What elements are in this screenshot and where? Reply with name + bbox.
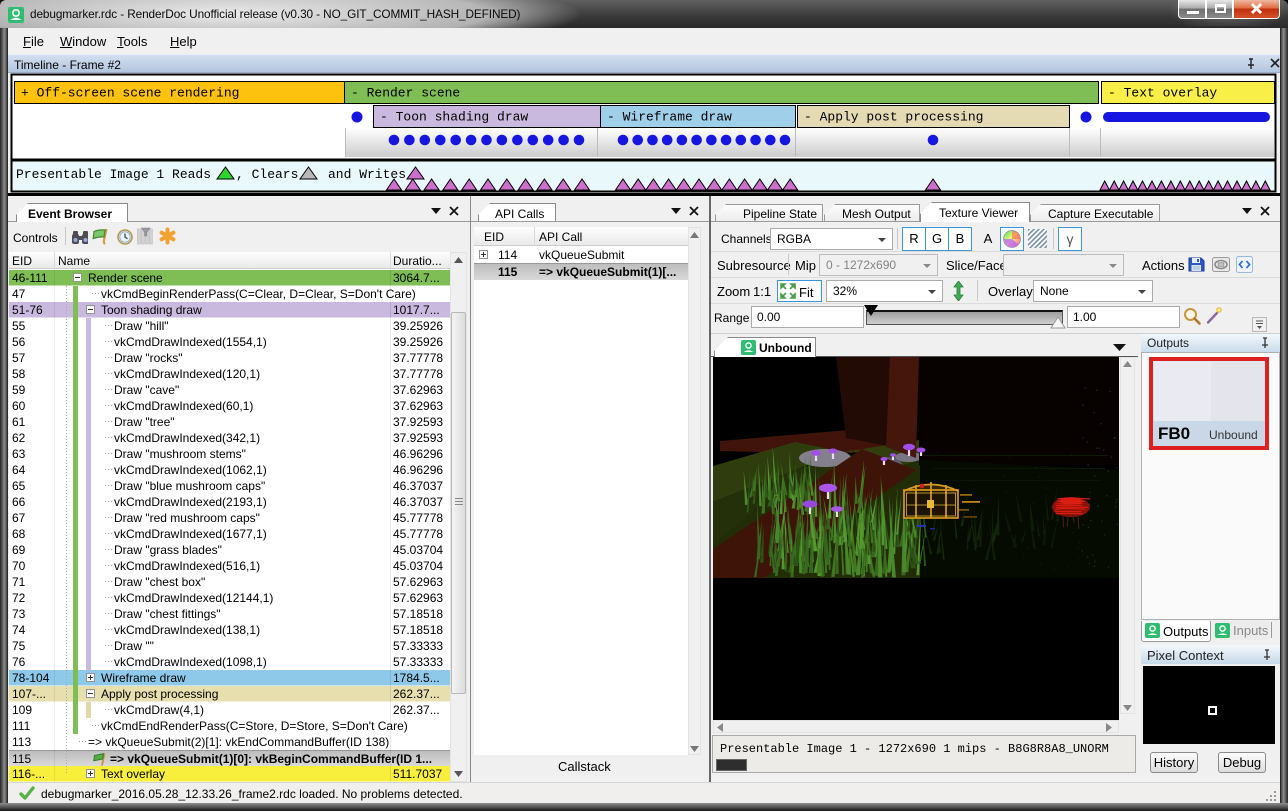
svg-text:- Text overlay: - Text overlay	[1108, 86, 1217, 101]
svg-text:Presentable Image 1 Reads: Presentable Image 1 Reads	[16, 167, 211, 182]
svg-text:- Wireframe draw: - Wireframe draw	[607, 110, 732, 125]
svg-text:- Apply post processing: - Apply post processing	[804, 110, 983, 125]
svg-text:, Clears: , Clears	[236, 167, 298, 182]
svg-text:+ Off-screen scene rendering: + Off-screen scene rendering	[21, 86, 239, 101]
svg-text:- Toon shading draw: - Toon shading draw	[380, 110, 528, 125]
svg-text:- Render scene: - Render scene	[351, 86, 460, 101]
